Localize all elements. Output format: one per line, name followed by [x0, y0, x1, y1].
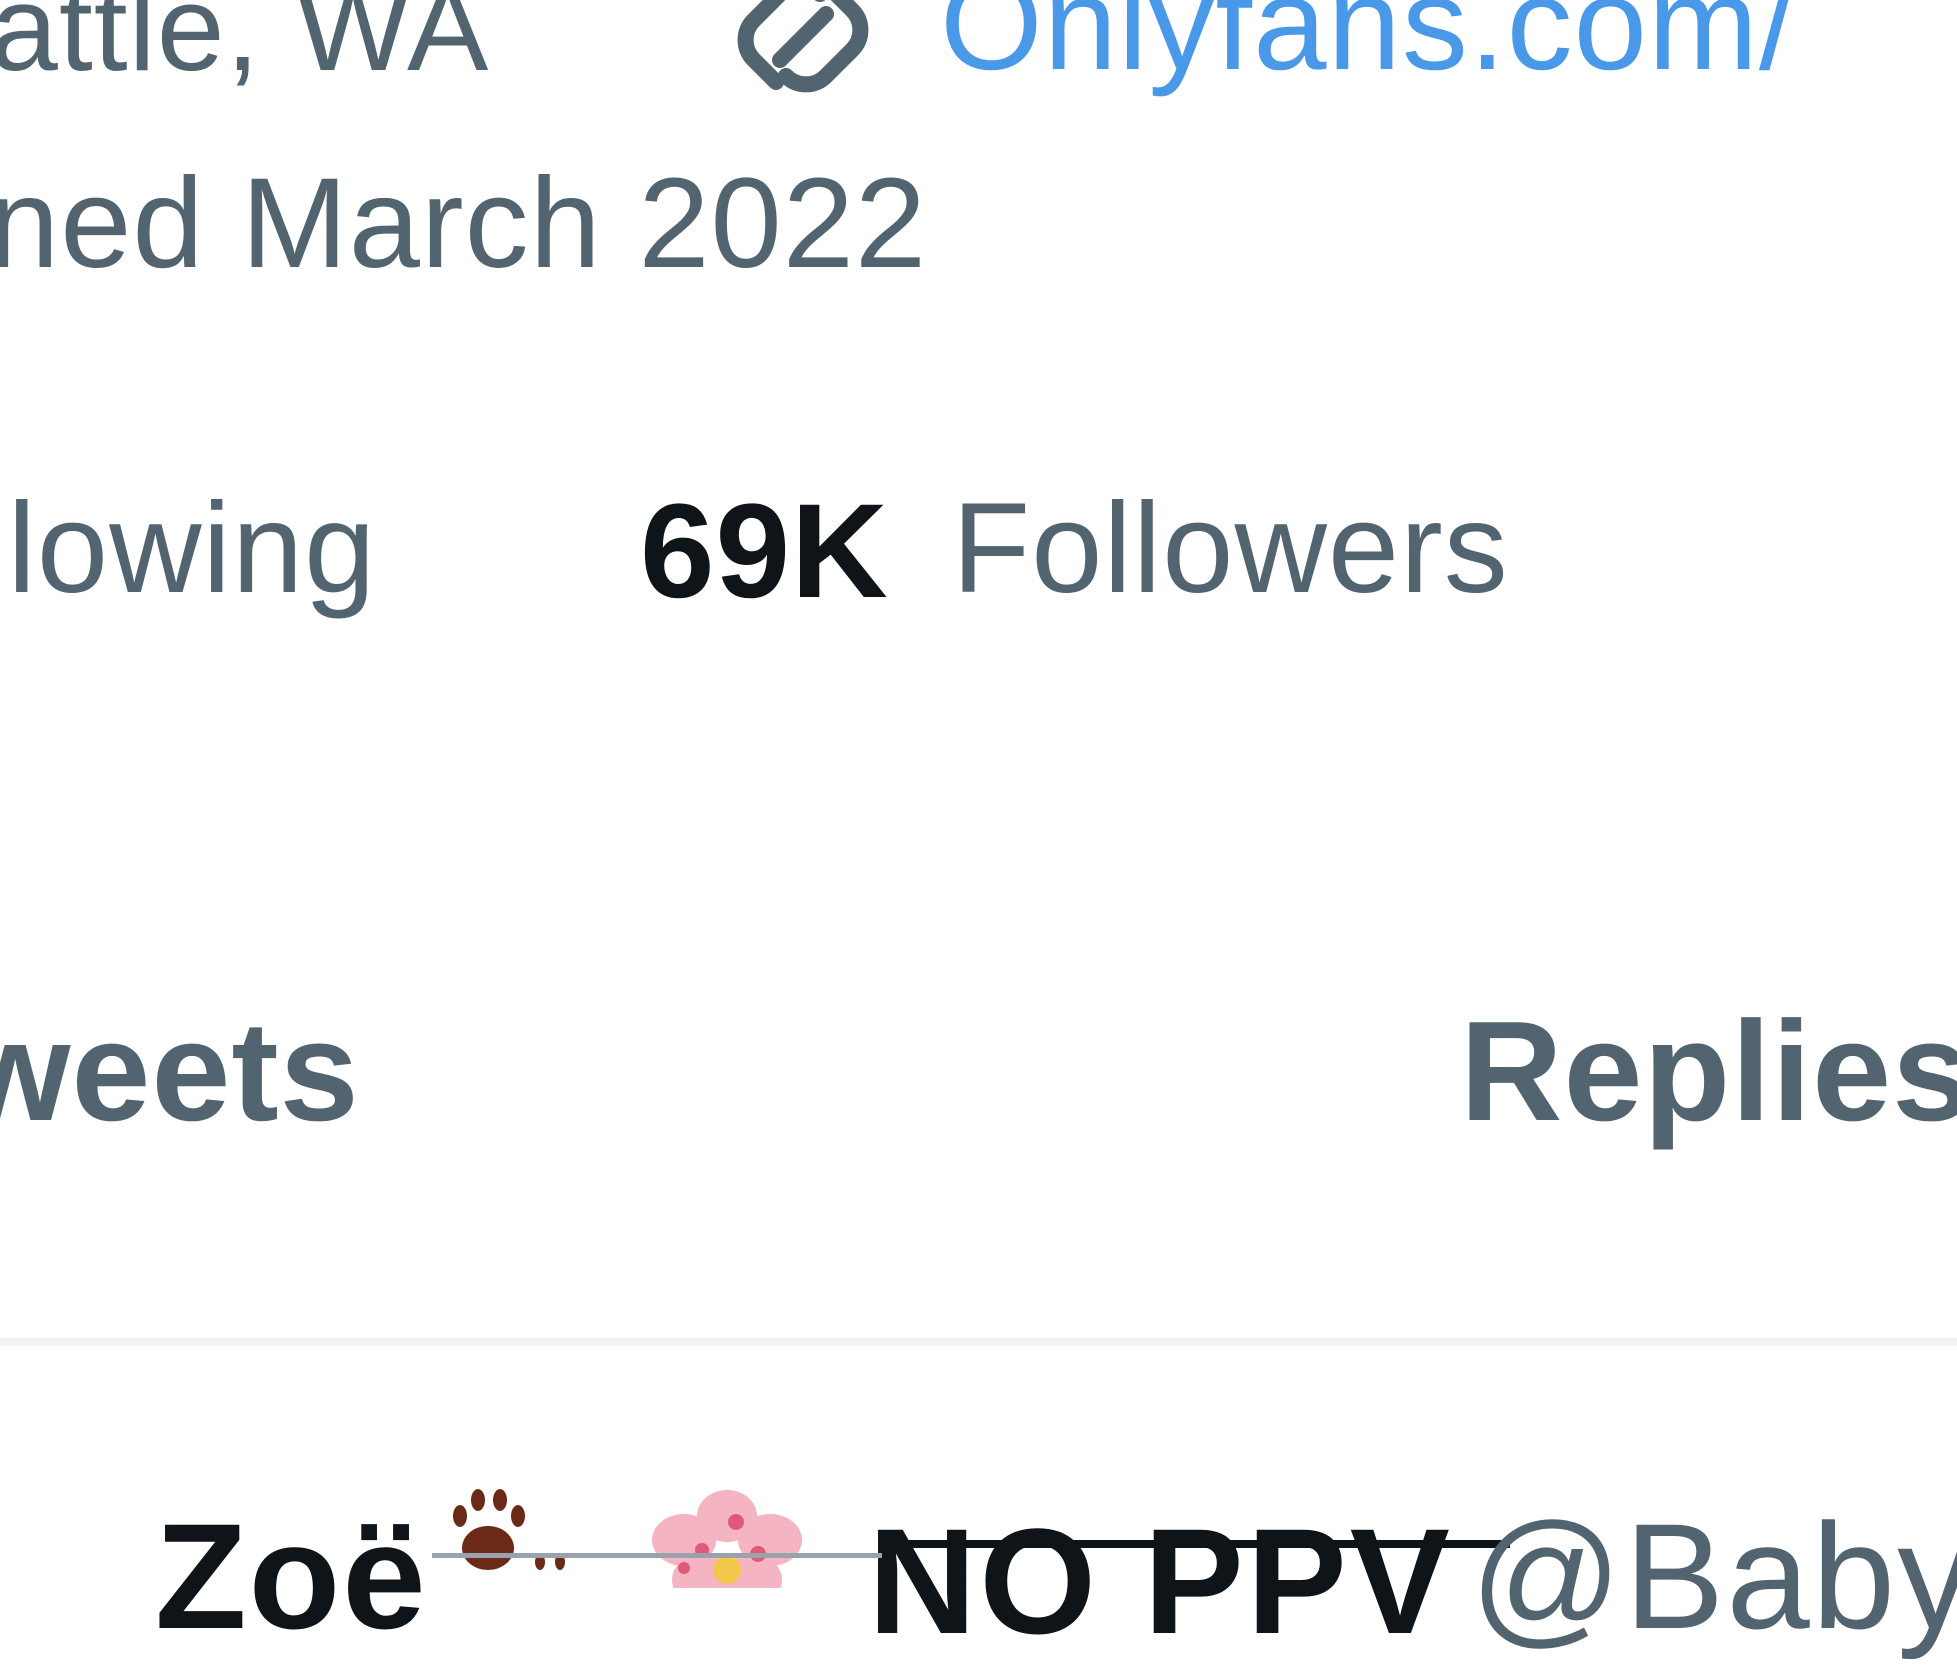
profile-joined-date: ned March 2022 — [0, 152, 928, 295]
profile-website-link[interactable]: Onlyfans.com/ — [940, 0, 1797, 99]
cherry-blossom-icon — [652, 1490, 802, 1588]
progress-line — [432, 1553, 882, 1558]
followers-link[interactable]: Followers — [952, 475, 1509, 622]
tweet-author-suffix: NO PPV — [868, 1497, 1453, 1665]
following-link[interactable]: llowing — [0, 475, 376, 622]
paw-prints-icon — [453, 1489, 565, 1570]
tabs-divider — [0, 1338, 1957, 1346]
tab-tweets[interactable]: weets — [0, 990, 360, 1154]
followers-count[interactable]: 69K — [640, 475, 889, 628]
tab-replies[interactable]: Replies — [1460, 990, 1957, 1154]
tweet-author-name[interactable]: Zoë — [155, 1490, 428, 1663]
link-icon — [737, 0, 869, 93]
tweet-author-handle[interactable]: @Baby — [1470, 1490, 1957, 1663]
strikethrough-line — [878, 1540, 1510, 1548]
profile-location: attle, WA — [0, 0, 490, 96]
